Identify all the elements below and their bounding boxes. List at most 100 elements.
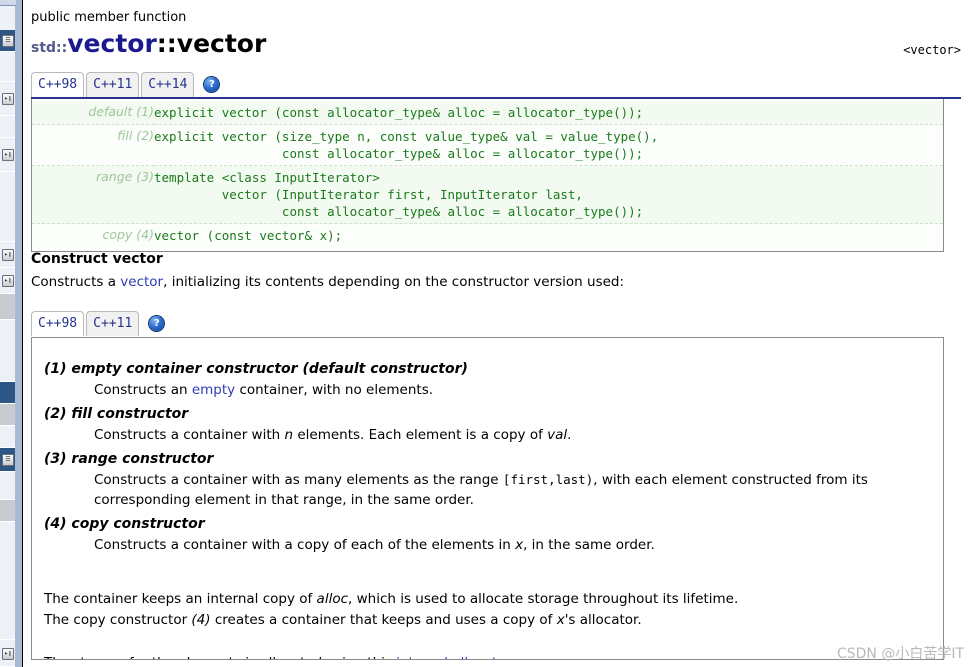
inline-italic: x — [515, 537, 524, 553]
prototype-label: copy (4) — [102, 227, 154, 242]
prototype-row: fill (2) explicit vector (size_type n, co… — [32, 124, 943, 166]
prototype-signature: template <class InputIterator> vector (I… — [154, 165, 943, 224]
inline-italic: n — [284, 427, 294, 443]
page-title-row: std::vector::vector <vector> — [31, 30, 961, 60]
help-icon[interactable]: ? — [204, 77, 220, 92]
inline-text: . — [567, 427, 572, 443]
document-icon[interactable] — [2, 35, 14, 47]
intro-text-before: Constructs a — [31, 274, 121, 290]
internal-allocator-link[interactable]: internal allocator — [396, 655, 510, 659]
include-header-tag: <vector> — [903, 43, 961, 57]
tail2-text-c: 's allocator. — [564, 612, 642, 628]
media-play-icon[interactable] — [2, 93, 14, 105]
media-play-icon[interactable] — [2, 648, 14, 660]
desc-tab-cpp98[interactable]: C++98 — [31, 311, 85, 336]
taskbar-item-4[interactable] — [0, 116, 16, 138]
constructor-title: (1) empty container constructor (default… — [44, 361, 468, 377]
constructor-description: Constructs a container with n elements. … — [94, 425, 931, 445]
taskbar-item-11[interactable] — [0, 382, 16, 404]
prototype-tabbar: C++98 C++11 C++14? — [31, 72, 961, 99]
tail1-text-b: , which is used to allocate storage thro… — [348, 591, 739, 607]
taskbar-item-9[interactable] — [0, 294, 16, 320]
taskbar-item-13[interactable] — [0, 426, 16, 448]
constructor-list: (1) empty container constructor (default… — [44, 358, 931, 555]
prototype-signature: explicit vector (const allocator_type& a… — [154, 101, 943, 125]
member-kind-label: public member function — [31, 10, 187, 25]
taskbar-item-15[interactable] — [0, 472, 16, 500]
media-play-icon[interactable] — [2, 149, 14, 161]
tail2-text-a: The copy constructor — [44, 612, 192, 628]
prototype-row: range (3) template <class InputIterator> … — [32, 165, 943, 224]
inline-link[interactable]: empty — [192, 382, 235, 398]
prototype-row: default (1) explicit vector (const alloca… — [32, 101, 943, 125]
title-function: vector — [176, 29, 267, 58]
taskbar-item-6[interactable] — [0, 172, 16, 242]
tail2-x-italic: x — [556, 612, 565, 628]
constructor-description: Constructs an empty container, with no e… — [94, 380, 931, 400]
tail1-text-a: The container keeps an internal copy of — [44, 591, 317, 607]
left-taskbar-strip — [0, 0, 23, 667]
taskbar-item-16[interactable] — [0, 500, 16, 522]
desc-tab-cpp11[interactable]: C++11 — [86, 311, 140, 336]
help-icon[interactable]: ? — [149, 316, 165, 331]
prototype-row: copy (4) vector (const vector& x); — [32, 223, 943, 247]
tail2-number-italic: (4) — [191, 612, 211, 628]
tab-cpp98[interactable]: C++98 — [31, 72, 85, 97]
description-tabbar: C++98 C++11? — [31, 311, 944, 338]
reference-page: public member function std::vector::vect… — [23, 0, 972, 667]
tail2-text-b: creates a container that keeps and uses … — [210, 612, 557, 628]
tab-cpp14[interactable]: C++14 — [141, 72, 195, 97]
tab-cpp11[interactable]: C++11 — [86, 72, 140, 97]
taskbar-item-12[interactable] — [0, 404, 16, 426]
description-heading: Construct vector — [31, 251, 163, 267]
prototype-signature: vector (const vector& x); — [154, 228, 343, 243]
constructor-title: (3) range constructor — [44, 451, 214, 467]
inline-text: container, with no elements. — [235, 382, 434, 398]
prototype-label: range (3) — [32, 165, 154, 224]
title-class: vector — [67, 29, 157, 58]
intro-text-after: , initializing its contents depending on… — [163, 274, 625, 290]
prototype-section: C++98 C++11 C++14? default (1) explicit vec… — [31, 72, 961, 252]
storage-note-line: The storage for the elements is allocate… — [44, 653, 931, 659]
constructor-description: Constructs a container with as many elem… — [94, 470, 931, 510]
inline-italic: val — [547, 427, 568, 443]
inline-text: Constructs a container with as many elem… — [94, 472, 503, 488]
prototype-label: fill (2) — [32, 124, 154, 166]
constructor-title: (2) fill constructor — [44, 406, 189, 422]
inline-code: [first,last) — [502, 472, 594, 487]
tail1-alloc-italic: alloc — [316, 591, 349, 607]
inline-text: , in the same order. — [523, 537, 655, 553]
inline-text: Constructs a container with — [94, 427, 285, 443]
vector-link[interactable]: vector — [120, 274, 163, 290]
prototype-label: default (1) — [32, 101, 154, 125]
constructor-title: (4) copy constructor — [44, 516, 205, 532]
taskbar-top-edge — [0, 0, 16, 6]
description-box: (1) empty container constructor (default… — [31, 338, 944, 660]
tail3-text-a: The storage for the elements is allocate… — [44, 655, 396, 659]
inline-text: Constructs an — [94, 382, 192, 398]
media-play-icon[interactable] — [2, 275, 14, 287]
taskbar-item-17[interactable] — [0, 522, 16, 640]
media-play-icon[interactable] — [2, 249, 14, 261]
taskbar-item-2[interactable] — [0, 52, 16, 82]
taskbar-item-10[interactable] — [0, 320, 16, 382]
title-namespace: std:: — [31, 40, 68, 56]
page-title: std::vector::vector — [31, 30, 961, 63]
title-separator: :: — [156, 29, 177, 58]
allocator-note-line-1: The container keeps an internal copy of … — [44, 589, 931, 610]
prototype-signature: explicit vector (size_type n, const valu… — [154, 124, 943, 166]
description-tab-section: C++98 C++11? — [31, 311, 961, 338]
page-header: public member function std::vector::vect… — [31, 10, 961, 60]
prototype-table: default (1) explicit vector (const alloca… — [32, 101, 943, 247]
document-icon[interactable] — [2, 454, 14, 466]
allocator-note-line-2: The copy constructor (4) creates a conta… — [44, 610, 931, 631]
allocator-notes: The container keeps an internal copy of … — [44, 589, 931, 631]
description-intro: Constructs a vector, initializing its co… — [31, 274, 624, 290]
inline-text: Constructs a container with a copy of ea… — [94, 537, 516, 553]
inline-text: elements. Each element is a copy of — [293, 427, 548, 443]
taskbar-rail — [15, 0, 22, 667]
tail3-text-b: . — [510, 655, 514, 659]
storage-note: The storage for the elements is allocate… — [44, 653, 931, 659]
prototype-box: default (1) explicit vector (const alloca… — [31, 99, 944, 252]
constructor-description: Constructs a container with a copy of ea… — [94, 535, 931, 555]
